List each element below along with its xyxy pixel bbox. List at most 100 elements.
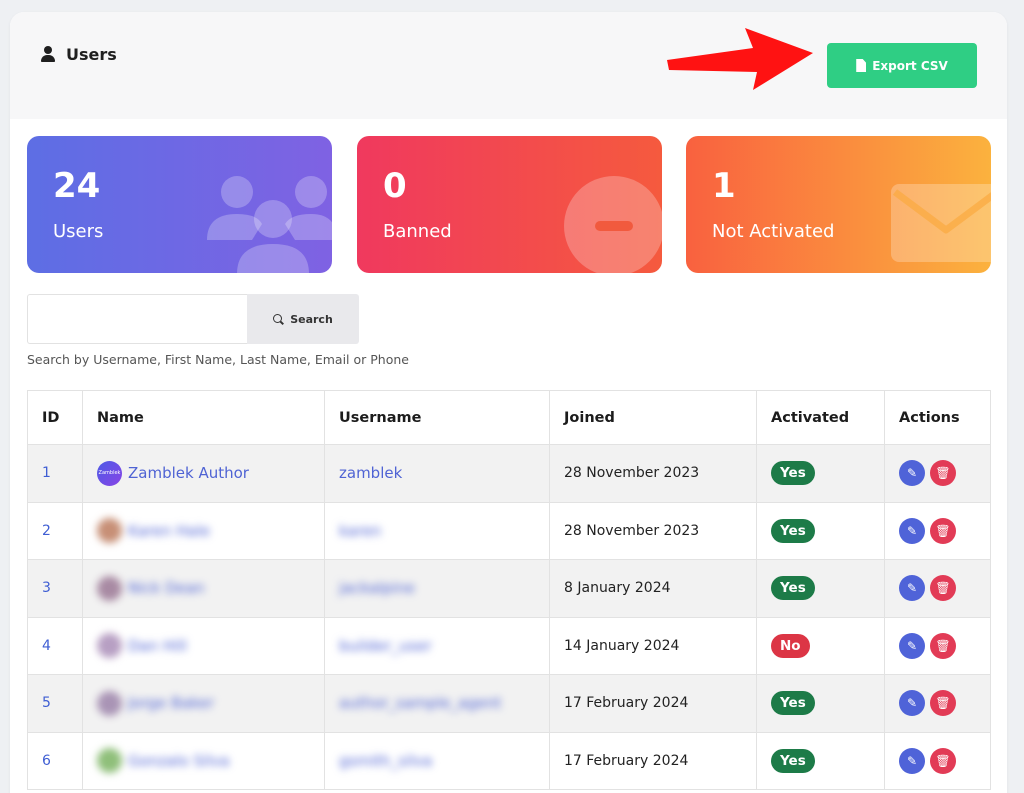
search-button[interactable]: Search	[247, 294, 359, 344]
avatar	[97, 633, 122, 659]
search-icon	[273, 313, 284, 325]
users-table: ID Name Username Joined Activated Action…	[27, 390, 991, 790]
stat-card-banned: 0 Banned	[357, 136, 662, 273]
pencil-icon: ✎	[906, 638, 918, 653]
export-csv-label: Export CSV	[872, 58, 948, 73]
avatar	[97, 518, 122, 544]
joined-date: 8 January 2024	[549, 559, 757, 618]
avatar-text: Zamblek	[98, 470, 121, 477]
table-row: 6 Gonzalo Silva gsmith_silva 17 February…	[27, 731, 991, 790]
trash-icon: 🗑	[935, 753, 951, 768]
user-id-link[interactable]: 2	[42, 523, 51, 539]
trash-icon: 🗑	[935, 466, 951, 481]
username-link[interactable]: author_sample_agent	[339, 694, 501, 712]
file-csv-icon	[856, 59, 867, 72]
column-header-name[interactable]: Name	[82, 390, 325, 445]
red-arrow-annotation	[667, 28, 813, 90]
pencil-icon: ✎	[906, 466, 918, 481]
trash-icon: 🗑	[935, 638, 951, 653]
joined-date: 14 January 2024	[549, 616, 757, 675]
username-link[interactable]: jackalpine	[339, 579, 415, 597]
avatar: Zamblek	[97, 460, 122, 486]
activated-badge: Yes	[771, 576, 815, 601]
username-link[interactable]: karen	[339, 522, 381, 540]
user-id-link[interactable]: 1	[42, 465, 51, 481]
trash-icon: 🗑	[935, 523, 951, 538]
user-name-link[interactable]: Zamblek Author	[128, 464, 249, 482]
trash-icon: 🗑	[935, 581, 951, 596]
username-link[interactable]: gsmith_silva	[339, 752, 432, 770]
not-activated-count: 1	[712, 166, 736, 206]
avatar	[97, 690, 122, 716]
stat-card-not-activated: 1 Not Activated	[686, 136, 991, 273]
edit-user-button[interactable]: ✎	[899, 747, 925, 774]
column-header-joined[interactable]: Joined	[549, 390, 757, 445]
delete-user-button[interactable]: 🗑	[930, 747, 956, 774]
avatar	[97, 748, 122, 774]
stat-card-users: 24 Users	[27, 136, 332, 273]
users-label: Users	[53, 221, 104, 242]
column-header-id[interactable]: ID	[27, 390, 83, 445]
edit-user-button[interactable]: ✎	[899, 460, 925, 487]
delete-user-button[interactable]: 🗑	[930, 632, 956, 659]
joined-date: 28 November 2023	[549, 501, 757, 560]
user-id-link[interactable]: 3	[42, 580, 51, 596]
table-row: 1 Zamblek Zamblek Author zamblek 28 Nove…	[27, 444, 991, 503]
user-id-link[interactable]: 5	[42, 695, 51, 711]
table-header-row: ID Name Username Joined Activated Action…	[27, 390, 991, 445]
delete-user-button[interactable]: 🗑	[930, 517, 956, 544]
column-header-activated[interactable]: Activated	[756, 390, 885, 445]
edit-user-button[interactable]: ✎	[899, 517, 925, 544]
user-name-link[interactable]: Jorge Baker	[128, 694, 214, 712]
activated-badge: Yes	[771, 461, 815, 486]
column-header-username[interactable]: Username	[324, 390, 550, 445]
page-title: Users	[40, 45, 117, 64]
users-count: 24	[53, 166, 101, 206]
delete-user-button[interactable]: 🗑	[930, 460, 956, 487]
not-activated-label: Not Activated	[712, 221, 835, 242]
table-row: 5 Jorge Baker author_sample_agent 17 Feb…	[27, 674, 991, 733]
table-row: 2 Karen Hale karen 28 November 2023 Yes …	[27, 501, 991, 560]
minus-circle-icon	[564, 176, 662, 273]
envelope-icon	[891, 184, 991, 262]
pencil-icon: ✎	[906, 523, 918, 538]
pencil-icon: ✎	[906, 753, 918, 768]
banned-label: Banned	[383, 221, 452, 242]
user-name-link[interactable]: Karen Hale	[128, 522, 210, 540]
search-bar: Search	[27, 294, 359, 344]
edit-user-button[interactable]: ✎	[899, 632, 925, 659]
trash-icon: 🗑	[935, 696, 951, 711]
search-button-label: Search	[290, 312, 333, 326]
activated-badge: Yes	[771, 691, 815, 716]
pencil-icon: ✎	[906, 581, 918, 596]
user-icon	[40, 46, 56, 63]
joined-date: 17 February 2024	[549, 674, 757, 733]
avatar	[97, 575, 122, 601]
export-csv-button[interactable]: Export CSV	[827, 43, 977, 88]
edit-user-button[interactable]: ✎	[899, 575, 925, 602]
delete-user-button[interactable]: 🗑	[930, 690, 956, 717]
table-row: 4 Dan Hill builder_user 14 January 2024 …	[27, 616, 991, 675]
joined-date: 17 February 2024	[549, 731, 757, 790]
users-group-icon	[207, 176, 332, 273]
page-title-text: Users	[66, 45, 117, 64]
username-link[interactable]: zamblek	[339, 464, 402, 482]
search-input[interactable]	[27, 294, 247, 344]
joined-date: 28 November 2023	[549, 444, 757, 503]
edit-user-button[interactable]: ✎	[899, 690, 925, 717]
user-name-link[interactable]: Nick Dean	[128, 579, 205, 597]
pencil-icon: ✎	[906, 696, 918, 711]
table-row: 3 Nick Dean jackalpine 8 January 2024 Ye…	[27, 559, 991, 618]
panel-header: Users Export CSV	[10, 12, 1007, 119]
user-id-link[interactable]: 4	[42, 638, 51, 654]
user-id-link[interactable]: 6	[42, 753, 51, 769]
banned-count: 0	[383, 166, 407, 206]
activated-badge: Yes	[771, 748, 815, 773]
users-panel: Users Export CSV 24 Users 0 Banned 1 Not…	[10, 12, 1007, 793]
username-link[interactable]: builder_user	[339, 637, 432, 655]
activated-badge: Yes	[771, 518, 815, 543]
user-name-link[interactable]: Gonzalo Silva	[128, 752, 229, 770]
user-name-link[interactable]: Dan Hill	[128, 637, 187, 655]
activated-badge: No	[771, 633, 810, 658]
delete-user-button[interactable]: 🗑	[930, 575, 956, 602]
